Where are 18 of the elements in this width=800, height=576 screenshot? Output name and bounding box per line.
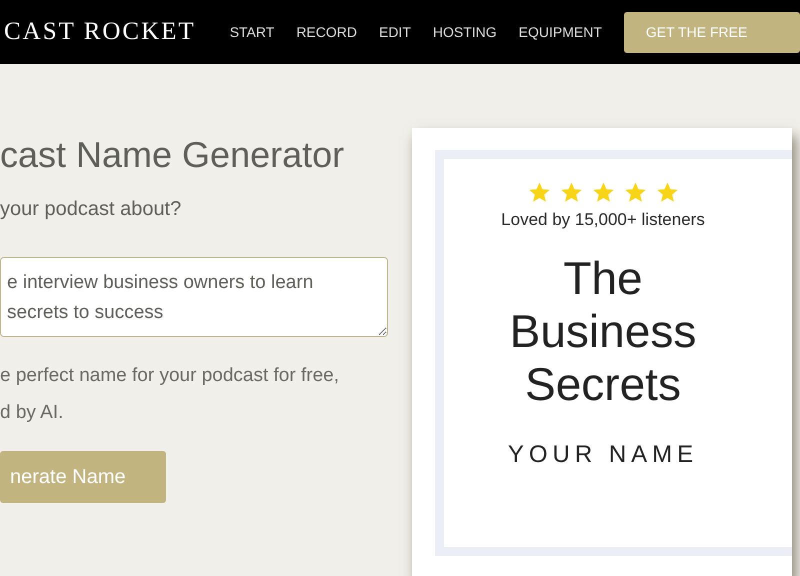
star-icon	[624, 181, 646, 204]
star-icon	[560, 181, 582, 204]
question-label: your podcast about?	[0, 198, 182, 221]
nav-link[interactable]: HOSTING	[432, 24, 497, 40]
cover-author: YOUR NAME	[508, 441, 698, 469]
star-icon	[592, 181, 614, 204]
topic-input-field[interactable]: e interview business owners to learn secrets to success	[0, 257, 388, 337]
description-text: e perfect name for your podcast for free, d by AI.	[0, 364, 340, 425]
nav-link[interactable]: RECORD	[296, 24, 357, 40]
star-icon	[656, 181, 678, 204]
page-title: cast Name Generator	[0, 134, 346, 176]
cover-title: The Business Secrets	[508, 252, 698, 411]
rating-text: Loved by 15,000+ listeners	[501, 210, 705, 230]
nav-link[interactable]: START	[230, 24, 274, 40]
nav-link[interactable]: EQUIPMENT	[518, 24, 602, 40]
site-logo[interactable]: CAST ROCKET	[4, 18, 196, 46]
star-icon	[528, 181, 550, 204]
nav-link[interactable]: EDIT	[378, 24, 411, 40]
